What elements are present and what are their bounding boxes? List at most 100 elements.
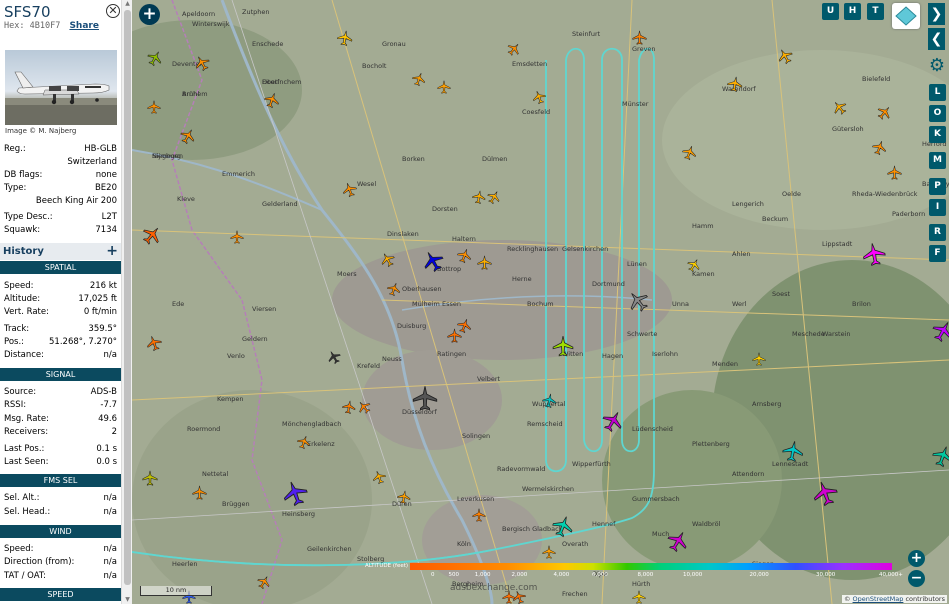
place-label: Hagen <box>602 352 624 360</box>
map-view[interactable]: Arnhem Nijmegen Doetinchem Bocholt Borken Coe… <box>132 0 949 604</box>
place-label: Heerlen <box>172 560 198 568</box>
button-f[interactable]: F <box>929 245 946 262</box>
place-label: Dortmund <box>592 280 625 288</box>
aircraft-icon[interactable] <box>472 508 486 522</box>
place-label: Lüdenscheid <box>632 425 673 433</box>
place-label: Roermond <box>187 425 221 433</box>
place-label: Lengerich <box>732 200 764 208</box>
aircraft-icon[interactable] <box>412 385 438 411</box>
place-label: Gronau <box>382 40 406 48</box>
place-label: Remscheid <box>527 420 563 428</box>
place-label: Venlo <box>227 352 245 360</box>
button-r[interactable]: R <box>929 224 946 241</box>
button-m[interactable]: M <box>929 152 946 169</box>
legend-tick: 6,000 <box>592 572 608 578</box>
place-label: Lünen <box>627 260 647 268</box>
share-link[interactable]: Share <box>69 21 99 31</box>
place-label: Eitorf <box>262 78 280 86</box>
section-wind[interactable]: WIND <box>0 525 121 538</box>
section-signal[interactable]: SIGNAL <box>0 368 121 381</box>
place-label: Hamm <box>692 222 714 230</box>
place-label: Münster <box>622 100 649 108</box>
zoom-out-button[interactable]: − <box>908 570 925 587</box>
close-icon[interactable]: ✕ <box>106 4 120 18</box>
place-label: Brilon <box>852 300 871 308</box>
history-header[interactable]: History + <box>0 243 121 260</box>
aircraft-icon[interactable] <box>477 255 492 270</box>
aircraft-icon[interactable] <box>396 489 412 505</box>
place-label: Coesfeld <box>522 108 551 116</box>
section-spatial[interactable]: SPATIAL <box>0 261 121 274</box>
place-label: Essen <box>442 300 461 308</box>
expand-plus-icon[interactable]: + <box>106 243 118 259</box>
aircraft-icon[interactable] <box>542 545 556 559</box>
place-label: Ede <box>172 300 185 308</box>
aircraft-icon[interactable] <box>552 335 574 357</box>
osm-link[interactable]: OpenStreetMap <box>853 595 904 603</box>
expand-right-button[interactable]: ❯ <box>928 3 945 25</box>
place-label: Neuss <box>382 355 402 363</box>
aircraft-icon[interactable] <box>447 328 462 343</box>
section-fms-sel[interactable]: FMS SEL <box>0 474 121 487</box>
aircraft-icon[interactable] <box>437 80 451 94</box>
aircraft-icon[interactable] <box>887 165 902 180</box>
button-o[interactable]: O <box>929 105 946 122</box>
scroll-up-arrow-icon[interactable]: ▲ <box>124 1 131 7</box>
place-label: Viersen <box>252 305 277 313</box>
button-i[interactable]: I <box>929 199 946 216</box>
legend-tick: 500 <box>448 572 460 578</box>
scrollbar-thumb[interactable] <box>124 10 131 585</box>
scale-bar: 10 nm <box>140 586 212 596</box>
aircraft-icon[interactable] <box>860 240 888 268</box>
aircraft-icon[interactable] <box>541 392 558 409</box>
aircraft-icon[interactable] <box>192 485 207 500</box>
hex-label: Hex: <box>4 21 25 31</box>
place-label: Meschede <box>792 330 825 338</box>
button-u[interactable]: U <box>822 3 839 20</box>
section-speed[interactable]: SPEED <box>0 588 121 601</box>
place-label: Dülmen <box>482 155 508 163</box>
place-label: Frechen <box>562 590 588 598</box>
button-l[interactable]: L <box>929 84 946 101</box>
add-layer-button[interactable]: + <box>139 4 160 25</box>
aircraft-icon[interactable] <box>147 100 161 114</box>
place-label: Waldbröl <box>692 520 721 528</box>
type-name-row: Beech King Air 200 <box>35 196 117 206</box>
legend-tick: 8,000 <box>637 572 654 578</box>
aircraft-icon[interactable] <box>632 30 647 45</box>
aircraft-photo[interactable] <box>5 50 117 125</box>
place-label: Gelderland <box>262 200 298 208</box>
button-h[interactable]: H <box>844 3 861 20</box>
place-label: Herne <box>512 275 532 283</box>
aircraft-icon[interactable] <box>336 29 355 48</box>
aircraft-icon[interactable] <box>142 470 158 486</box>
button-p[interactable]: P <box>929 178 946 195</box>
place-label: Hürth <box>632 580 651 588</box>
place-label: Stolberg <box>357 555 385 563</box>
place-label: Leverkusen <box>457 495 495 503</box>
place-label: Köln <box>457 540 471 548</box>
place-label: Duisburg <box>397 322 427 330</box>
place-label: Geldern <box>242 335 268 343</box>
altitude-legend: ALTITUDE (feet) 0 500 1,000 2,000 4,000 6,000… <box>365 562 903 580</box>
aircraft-icon[interactable] <box>726 75 745 94</box>
zoom-in-button[interactable]: + <box>908 550 925 567</box>
reg-value: HB-GLB <box>84 144 117 154</box>
scroll-down-arrow-icon[interactable]: ▼ <box>124 597 131 603</box>
layers-button[interactable] <box>892 3 920 29</box>
button-k[interactable]: K <box>929 126 946 143</box>
button-t[interactable]: T <box>867 3 884 20</box>
aircraft-icon[interactable] <box>752 352 766 366</box>
aircraft-info-panel: SFS70 ✕ Hex: 4B10F7 Share Image © M. Naj… <box>0 0 121 604</box>
layers-icon <box>895 6 917 26</box>
settings-gear-icon[interactable]: ⚙ <box>927 56 947 76</box>
place-label: Rheda-Wiedenbrück <box>852 190 918 198</box>
sidebar-scrollbar[interactable]: ▲ ▼ <box>121 0 132 604</box>
aircraft-icon[interactable] <box>230 230 244 244</box>
aircraft-icon[interactable] <box>780 438 805 463</box>
place-label: Iserlohn <box>652 350 678 358</box>
place-label: Mülheim <box>412 300 440 308</box>
collapse-left-button[interactable]: ❮ <box>928 28 945 50</box>
aircraft-icon[interactable] <box>632 590 646 604</box>
country-row: Switzerland <box>4 157 117 168</box>
